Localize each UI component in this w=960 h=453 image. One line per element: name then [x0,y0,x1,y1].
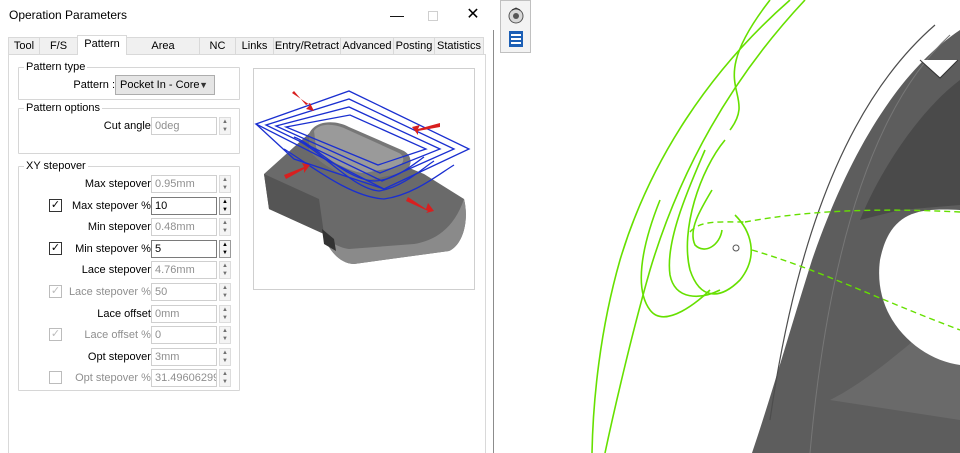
pocket-in-core-illustration [254,90,471,264]
cut-angle-field[interactable]: 0deg [151,117,217,135]
lace-offset-pct-field[interactable]: 0 [151,326,217,345]
pattern-type-group: Pattern type Pattern : Pocket In - Core … [18,61,240,100]
max-stepover-field[interactable]: 0.95mm [151,175,217,193]
tab-tool[interactable]: Tool [8,37,40,55]
lace-stepover-label: Lace stepover : [81,264,157,277]
lace-offset-field[interactable]: 0mm [151,304,217,323]
view-orientation-icon[interactable] [506,6,526,26]
min-stepover-pct-field[interactable]: 5 [151,239,217,258]
operation-parameters-dialog: Operation Parameters — ✕ Tool F/S Patter… [0,0,494,453]
max-stepover-pct-spinner[interactable]: 10 ▲ ▼ [151,196,233,215]
min-stepover-stepper[interactable]: ▲ ▼ [219,218,231,237]
opt-stepover-field[interactable]: 3mm [151,347,217,366]
opt-stepover-pct-stepper[interactable]: ▲ ▼ [219,369,231,388]
title-bar[interactable]: Operation Parameters — ✕ [0,0,494,30]
spin-down-icon[interactable]: ▼ [220,314,230,322]
max-stepover-pct-label: Max stepover % : [72,199,157,212]
min-stepover-label: Min stepover : [87,221,157,234]
spin-up-icon[interactable]: ▲ [220,327,230,335]
pattern-type-legend: Pattern type [24,61,88,74]
tab-links[interactable]: Links [235,37,274,55]
feature-list-icon[interactable] [506,29,526,49]
spin-up-icon[interactable]: ▲ [220,241,230,249]
cut-angle-stepper[interactable]: ▲ ▼ [219,117,231,135]
tab-fs[interactable]: F/S [39,37,78,55]
lace-stepover-field[interactable]: 4.76mm [151,261,217,280]
lace-offset-label: Lace offset : [97,307,157,320]
min-stepover-field[interactable]: 0.48mm [151,218,217,237]
tab-statistics[interactable]: Statistics [434,37,484,55]
opt-stepover-pct-field[interactable]: 31.496062992 [151,369,217,388]
minimize-button[interactable]: — [382,4,412,26]
tab-advanced[interactable]: Advanced [340,37,394,55]
opt-stepover-pct-label: Opt stepover % : [75,372,157,385]
spin-up-icon[interactable]: ▲ [220,284,230,292]
spin-up-icon[interactable]: ▲ [220,370,230,378]
lace-stepover-stepper[interactable]: ▲ ▼ [219,261,231,280]
tab-pattern[interactable]: Pattern [77,35,127,55]
pattern-preview [253,68,475,290]
spin-down-icon[interactable]: ▼ [220,378,230,386]
spin-down-icon[interactable]: ▼ [220,357,230,365]
maximize-button[interactable] [418,4,448,26]
xy-stepover-group: XY stepover Max stepover :0.95mm ▲ ▼ ✓ Max s… [18,160,240,391]
spin-down-icon[interactable]: ▼ [220,206,230,214]
lace-offset-pct-stepper[interactable]: ▲ ▼ [219,326,231,345]
spin-down-icon[interactable]: ▼ [220,335,230,343]
min-stepover-spinner[interactable]: 0.48mm ▲ ▼ [151,218,233,237]
close-button[interactable]: ✕ [458,4,488,26]
lace-stepover-pct-label: Lace stepover % : [68,286,157,298]
pattern-select[interactable]: Pocket In - Core ▼ [115,75,215,95]
lace-stepover-spinner[interactable]: 4.76mm ▲ ▼ [151,261,233,280]
view-toolbar [500,0,531,53]
window-title: Operation Parameters [9,8,128,22]
max-stepover-spinner[interactable]: 0.95mm ▲ ▼ [151,175,233,193]
chevron-down-icon: ▼ [199,80,208,90]
spin-down-icon[interactable]: ▼ [220,270,230,278]
max-stepover-stepper[interactable]: ▲ ▼ [219,175,231,193]
max-stepover-label: Max stepover : [84,178,157,190]
opt-stepover-spinner[interactable]: 3mm ▲ ▼ [151,347,233,366]
spin-up-icon[interactable]: ▲ [220,349,230,357]
opt-stepover-pct-spinner[interactable]: 31.496062992▲▼ [151,369,233,388]
lace-stepover-pct-stepper[interactable]: ▲ ▼ [219,283,231,301]
spin-down-icon[interactable]: ▼ [220,249,230,257]
spin-down-icon[interactable]: ▼ [220,227,230,235]
spin-up-icon[interactable]: ▲ [220,176,230,184]
spin-up-icon[interactable]: ▲ [220,262,230,270]
pattern-tab-panel: Pattern type Pattern : Pocket In - Core … [8,54,486,453]
spin-up-icon[interactable]: ▲ [220,198,230,206]
pattern-label: Pattern : [73,79,115,91]
xy-stepover-legend: XY stepover [24,160,88,173]
tab-nc[interactable]: NC [199,37,236,55]
opt-stepover-label: Opt stepover : [87,350,157,363]
lace-offset-pct-spinner[interactable]: 0 ▲ ▼ [151,326,233,345]
pattern-options-group: Pattern options Cut angle : 0deg ▲ ▼ [18,102,240,154]
spin-down-icon[interactable]: ▼ [220,292,230,300]
max-stepover-pct-field[interactable]: 10 [151,196,217,215]
spin-down-icon[interactable]: ▼ [220,184,230,192]
max-stepover-pct-stepper[interactable]: ▲ ▼ [219,196,231,215]
opt-stepover-stepper[interactable]: ▲ ▼ [219,347,231,366]
spin-up-icon[interactable]: ▲ [220,306,230,314]
spin-up-icon[interactable]: ▲ [220,118,230,126]
spin-down-icon[interactable]: ▼ [220,126,230,134]
lace-offset-pct-label: Lace offset % : [84,329,157,342]
tab-strip: Tool F/S Pattern Area Clearance NC Links… [8,35,486,68]
tab-area-clearance[interactable]: Area Clearance [126,37,200,68]
min-stepover-pct-label: Min stepover % : [75,242,157,255]
lace-offset-spinner[interactable]: 0mm ▲ ▼ [151,304,233,323]
min-stepover-pct-stepper[interactable]: ▲ ▼ [219,239,231,258]
pattern-select-value: Pocket In - Core [120,79,200,91]
tab-posting[interactable]: Posting [393,37,435,55]
lace-stepover-pct-spinner[interactable]: 50 ▲ ▼ [151,283,233,301]
lace-stepover-pct-field[interactable]: 50 [151,283,217,301]
tab-entry-retract[interactable]: Entry/Retract [273,37,341,55]
min-stepover-pct-spinner[interactable]: 5 ▲ ▼ [151,239,233,258]
spin-up-icon[interactable]: ▲ [220,219,230,227]
cut-angle-spinner[interactable]: 0deg ▲ ▼ [151,117,233,135]
cut-angle-label: Cut angle : [103,120,157,132]
lace-offset-stepper[interactable]: ▲ ▼ [219,304,231,323]
pattern-options-legend: Pattern options [24,102,102,115]
